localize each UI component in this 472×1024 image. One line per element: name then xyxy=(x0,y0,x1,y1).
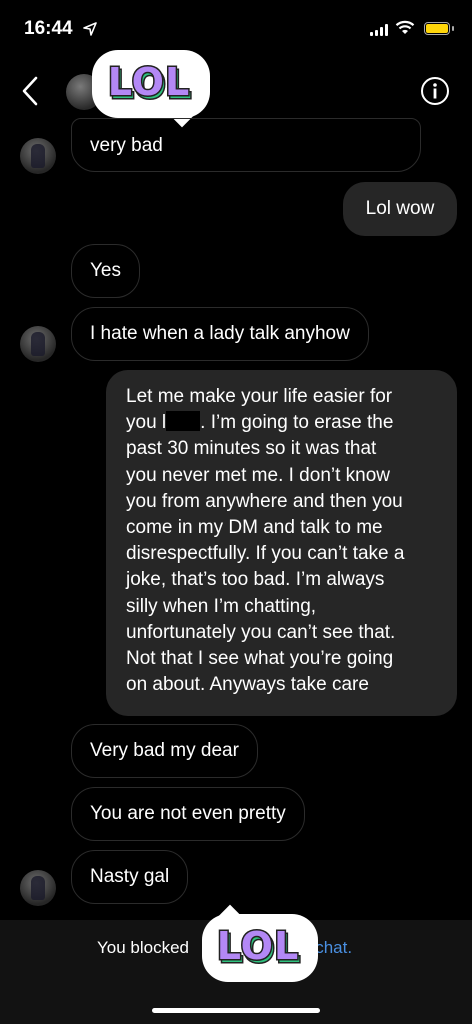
redaction-box xyxy=(166,411,201,432)
message-line: Let me make your life easier for xyxy=(126,386,393,407)
message-line: you never met me. I don’t know xyxy=(126,464,391,486)
signal-icon xyxy=(370,24,388,36)
wifi-icon xyxy=(395,20,415,34)
incoming-message: Very bad my dear xyxy=(71,724,258,778)
message-line: disrespectfully. If you can’t take a xyxy=(126,543,405,565)
lol-sticker-art: LOL LOL xyxy=(215,926,301,970)
svg-text:LOL: LOL xyxy=(108,62,190,104)
status-time: 16:44 xyxy=(24,18,73,39)
message-line: you from anywhere and then you xyxy=(126,490,403,512)
home-indicator[interactable] xyxy=(152,1008,320,1013)
message-line: Not that I see what you’re going xyxy=(126,648,394,670)
message-line: on about. Anyways take care xyxy=(126,674,369,696)
status-bar: 16:44 xyxy=(0,0,472,60)
message-text: Lol wow xyxy=(365,198,435,219)
message-line: unfortunately you can’t see that. xyxy=(126,621,396,643)
message-text: I hate when a lady talk anyhow xyxy=(90,323,350,344)
incoming-message: very bad xyxy=(71,118,421,172)
back-chevron-icon[interactable] xyxy=(18,74,42,108)
message-text: very bad xyxy=(90,135,163,156)
blocked-text: You blocked xyxy=(97,938,190,957)
outgoing-message: Lol wow xyxy=(343,182,457,236)
message-text: Nasty gal xyxy=(90,866,170,887)
message-line: joke, that’s too bad. I’m always xyxy=(126,569,385,591)
message-line: past 30 minutes so it was that xyxy=(126,438,377,460)
incoming-message: You are not even pretty xyxy=(71,787,305,841)
outgoing-message-long: Let me make your life easier for you l. … xyxy=(106,370,457,716)
incoming-message: Nasty gal xyxy=(71,850,189,904)
svg-text:LOL: LOL xyxy=(217,926,299,968)
incoming-message: I hate when a lady talk anyhow xyxy=(71,307,369,361)
info-icon[interactable] xyxy=(420,76,450,106)
message-text: You are not even pretty xyxy=(90,803,286,824)
battery-icon xyxy=(424,22,454,35)
message-line: you l. I’m going to erase the xyxy=(126,411,394,434)
avatar[interactable] xyxy=(20,326,56,362)
lol-sticker-art: LOL LOL xyxy=(106,62,192,106)
avatar[interactable] xyxy=(20,138,56,174)
message-line: silly when I’m chatting, xyxy=(126,595,317,617)
incoming-message: Yes xyxy=(71,244,140,298)
lol-sticker-top: LOL LOL xyxy=(92,50,210,128)
location-arrow-icon xyxy=(83,22,97,36)
message-line: come in my DM and talk to me xyxy=(126,517,383,539)
message-text: Very bad my dear xyxy=(90,740,239,761)
avatar[interactable] xyxy=(20,870,56,906)
message-text: Yes xyxy=(90,260,121,281)
lol-sticker-bottom: LOL LOL xyxy=(202,904,318,982)
